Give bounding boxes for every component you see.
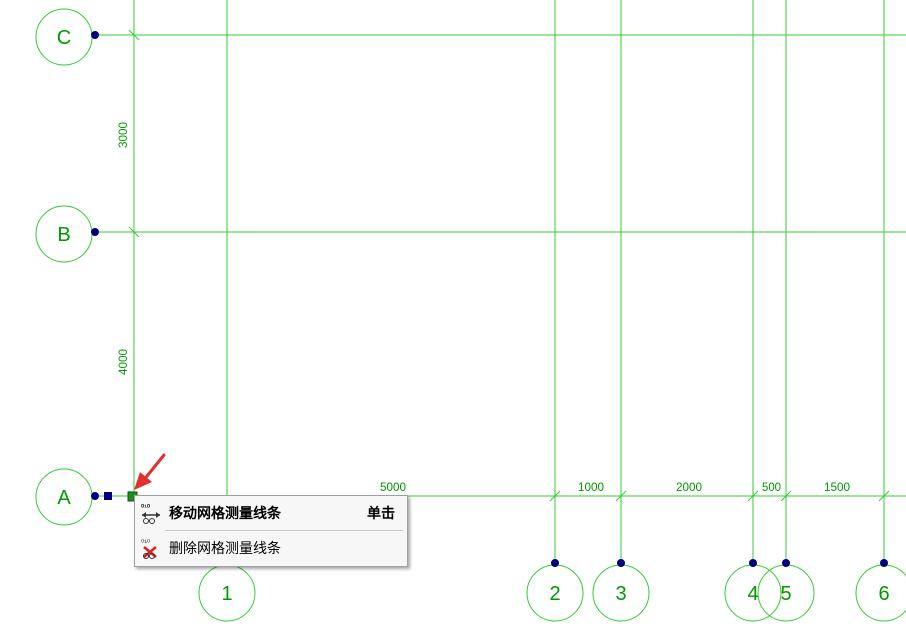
column-label-3: 3 (615, 583, 626, 605)
grip-point-b[interactable] (91, 228, 99, 236)
menu-item-label: 删除网格测量线条 (169, 541, 281, 557)
menu-item-shortcut: 单击 (367, 506, 395, 522)
dim-label-2000: 2000 (676, 480, 702, 494)
grip-point-3[interactable] (617, 559, 625, 567)
grip-point-6[interactable] (880, 559, 888, 567)
column-label-2: 2 (549, 583, 560, 605)
dim-label-500: 500 (762, 480, 781, 494)
delete-grid-icon: ⁰¹⁰ (139, 536, 163, 560)
grip-point-2[interactable] (551, 559, 559, 567)
grip-point-c[interactable] (91, 31, 99, 39)
column-label-6: 6 (878, 583, 889, 605)
grip-square[interactable] (104, 492, 112, 500)
menu-item-move-grid[interactable]: ⁰¹⁰ 移动网格测量线条 单击 (135, 499, 407, 527)
dim-label-5000: 5000 (380, 480, 406, 494)
dim-label-1000: 1000 (578, 480, 604, 494)
row-label-c: C (57, 27, 71, 49)
menu-item-delete-grid[interactable]: ⁰¹⁰ 删除网格测量线条 (135, 534, 407, 562)
grip-point-4[interactable] (749, 559, 757, 567)
dim-label-3000: 3000 (116, 122, 130, 148)
grip-point-a[interactable] (91, 492, 99, 500)
row-label-a: A (57, 487, 71, 509)
row-label-b: B (57, 224, 70, 246)
dim-label-4000: 4000 (116, 349, 130, 375)
column-label-1: 1 (221, 583, 232, 605)
context-menu: ⁰¹⁰ 移动网格测量线条 单击 ⁰¹⁰ 删除网格测量线条 (134, 495, 408, 567)
column-label-4: 4 (747, 583, 758, 605)
grip-point-5[interactable] (782, 559, 790, 567)
move-grid-icon: ⁰¹⁰ (139, 501, 163, 525)
svg-text:⁰¹⁰: ⁰¹⁰ (141, 538, 150, 547)
annotation-arrow-icon (134, 453, 166, 490)
menu-separator (165, 530, 403, 532)
menu-item-label: 移动网格测量线条 (169, 506, 281, 522)
dim-label-1500: 1500 (824, 480, 850, 494)
column-label-5: 5 (780, 583, 791, 605)
svg-text:⁰¹⁰: ⁰¹⁰ (141, 503, 151, 512)
